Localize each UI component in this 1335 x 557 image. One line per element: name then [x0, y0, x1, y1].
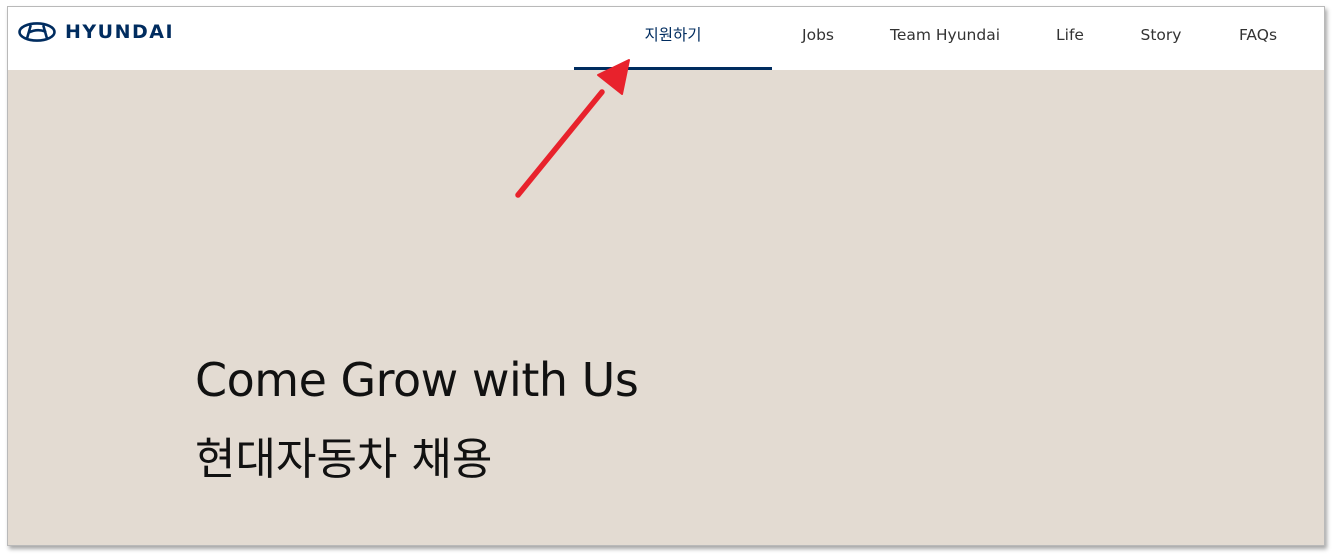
hero-title: Come Grow with Us [195, 353, 639, 407]
site-header: HYUNDAI 지원하기 Jobs Team Hyundai Life Stor… [8, 7, 1324, 70]
hero-subtitle: 현대자동차 채용 [195, 434, 493, 485]
nav-item-life[interactable]: Life [1048, 7, 1092, 70]
nav-item-apply[interactable]: 지원하기 [574, 7, 772, 70]
nav-item-faqs[interactable]: FAQs [1230, 7, 1286, 70]
browser-viewport: HYUNDAI 지원하기 Jobs Team Hyundai Life Stor… [7, 6, 1325, 546]
nav-item-team-hyundai[interactable]: Team Hyundai [884, 7, 1006, 70]
nav-item-story[interactable]: Story [1134, 7, 1188, 70]
nav-item-jobs[interactable]: Jobs [790, 7, 846, 70]
main-nav: 지원하기 Jobs Team Hyundai Life Story FAQs [8, 7, 1324, 70]
